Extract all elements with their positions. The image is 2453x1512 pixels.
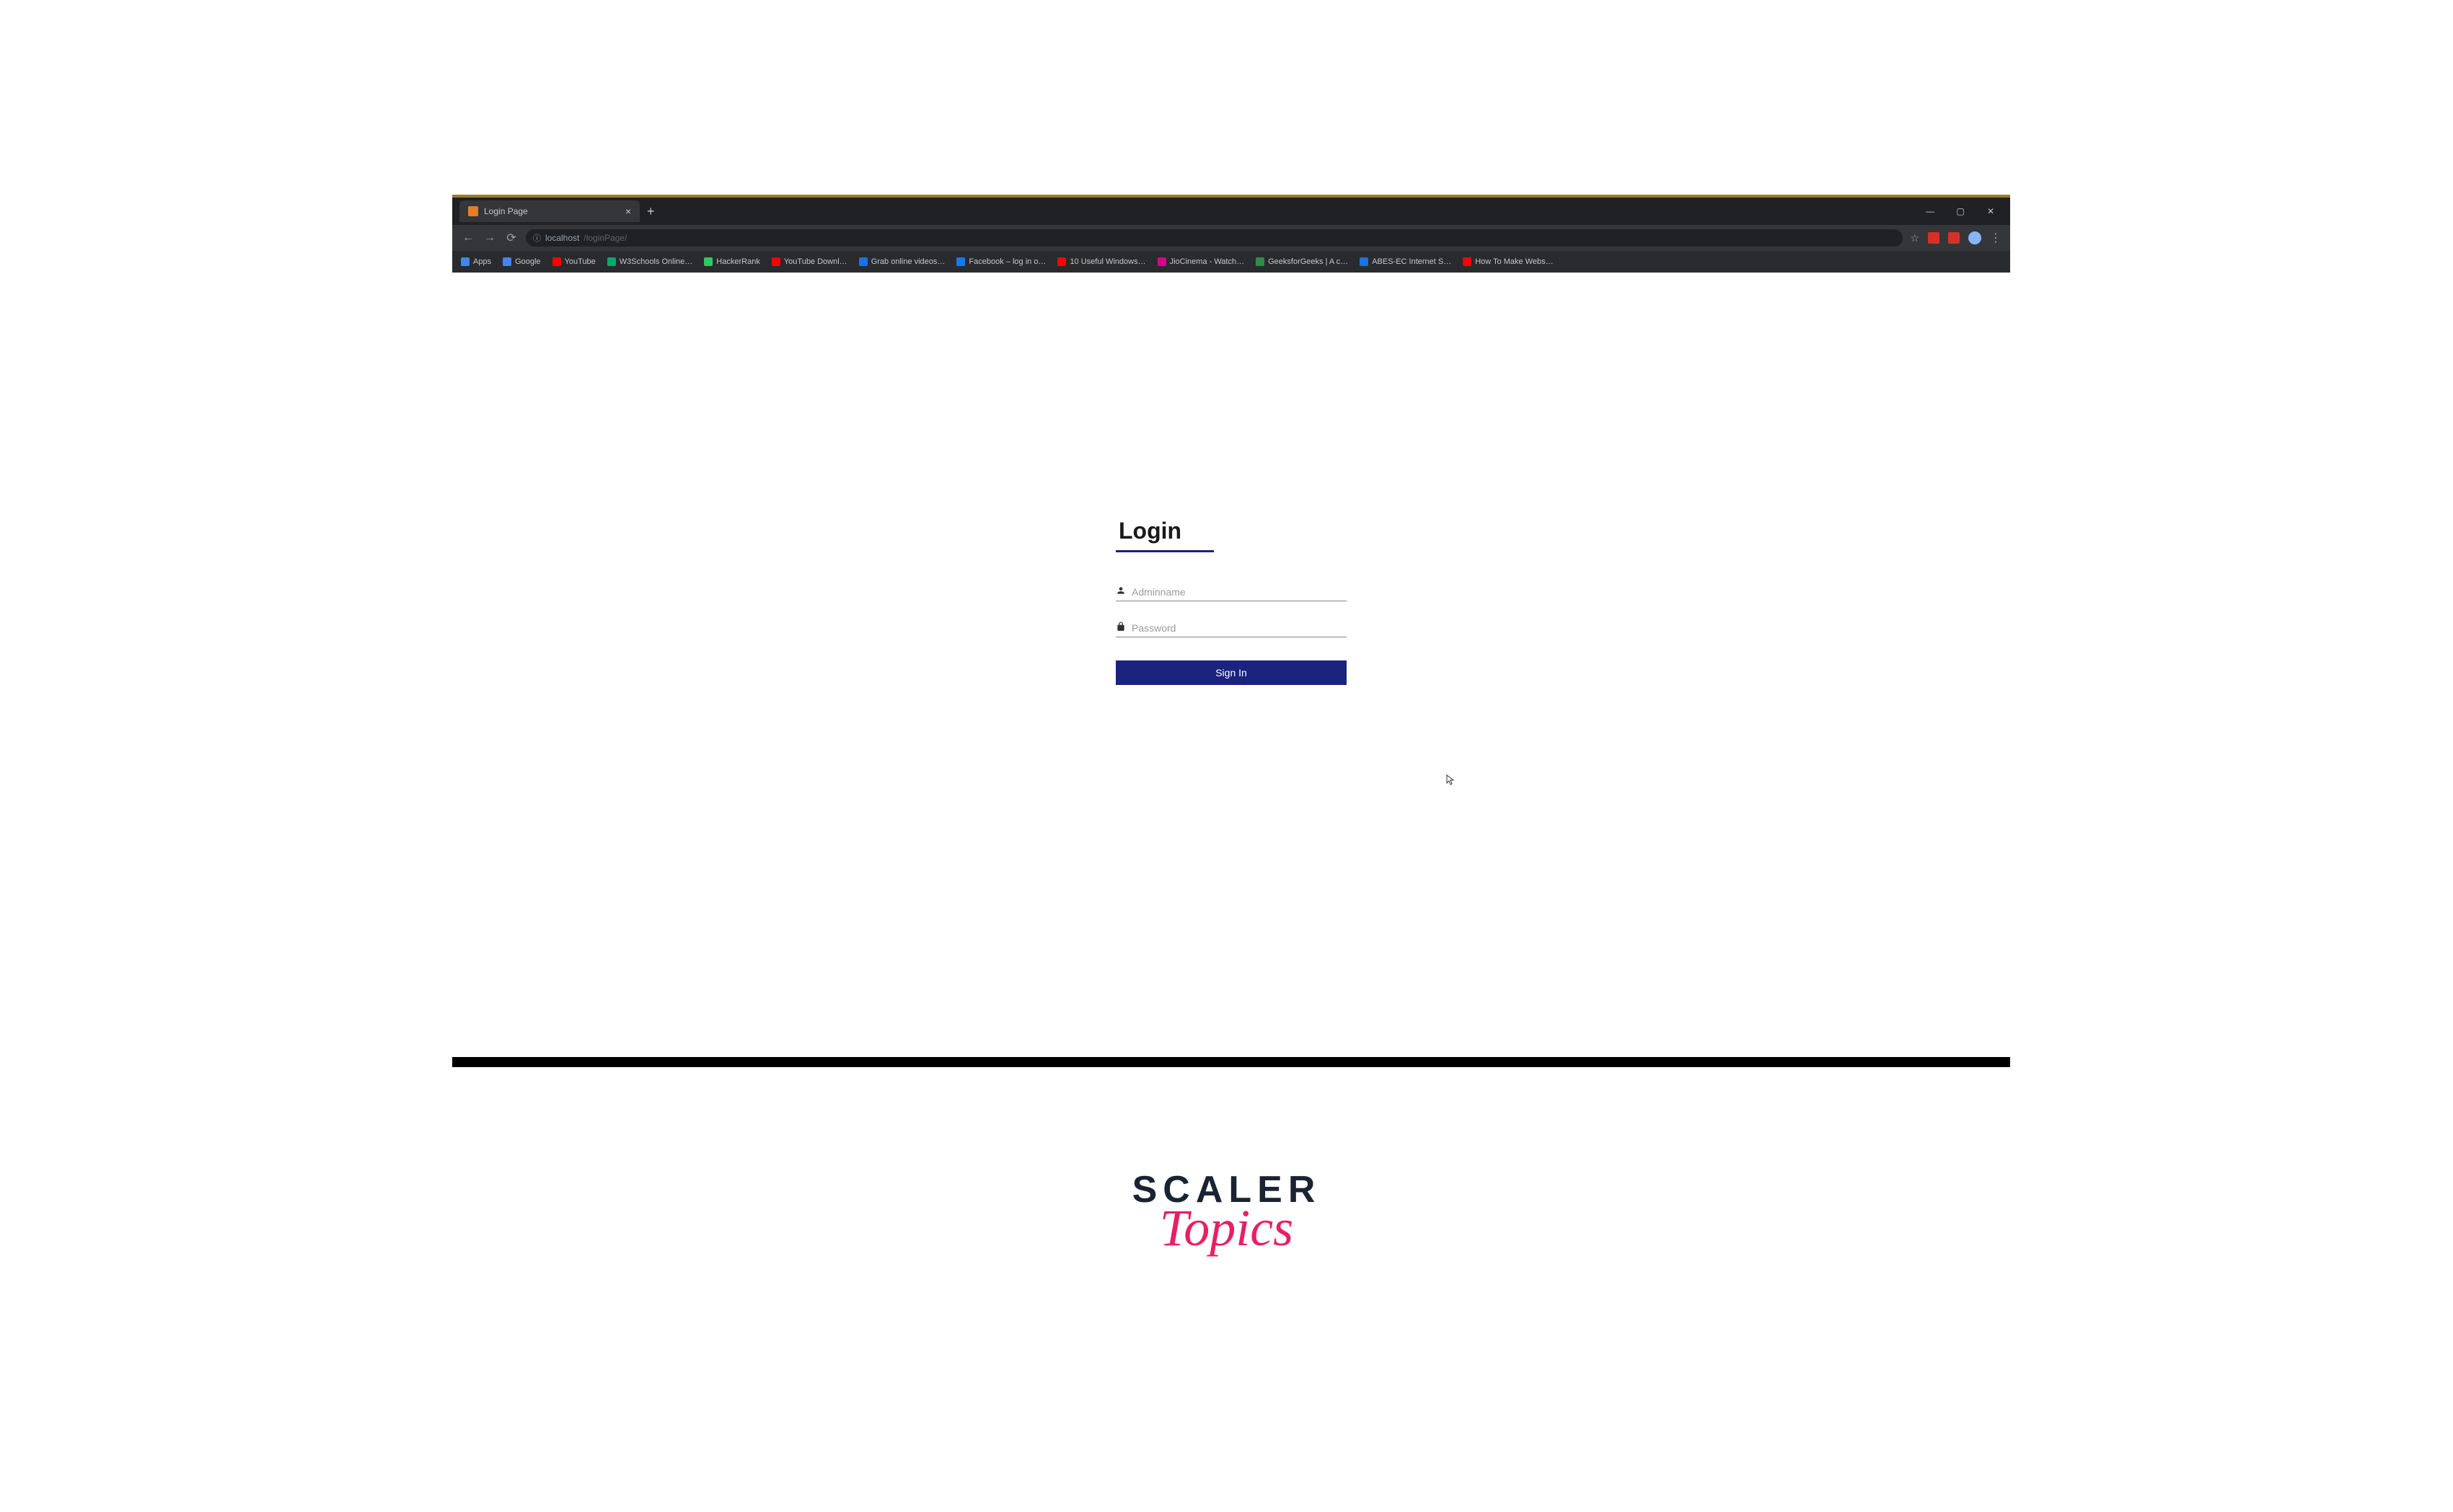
bookmark-favicon [704, 257, 713, 266]
bookmark-favicon [956, 257, 965, 266]
window-controls: — ▢ ✕ [1921, 206, 2010, 216]
forward-button[interactable]: → [483, 231, 497, 244]
username-input[interactable] [1132, 586, 1347, 598]
url-host: localhost [545, 233, 579, 243]
bookmark-favicon [1256, 257, 1264, 266]
new-tab-button[interactable]: + [647, 204, 655, 219]
browser-window: Login Page × + — ▢ ✕ ← → ⟳ ⓘ localhost/l… [452, 195, 2010, 1067]
bookmark-favicon [1057, 257, 1066, 266]
bookmark-item[interactable]: Apps [461, 257, 491, 266]
bookmark-label: JioCinema - Watch… [1170, 257, 1245, 266]
bottom-strip [452, 1057, 2010, 1067]
bookmark-item[interactable]: YouTube [552, 257, 596, 266]
bookmark-label: 10 Useful Windows… [1070, 257, 1145, 266]
menu-dots-icon[interactable]: ⋮ [1990, 231, 2001, 245]
bookmark-item[interactable]: YouTube Downl… [772, 257, 847, 266]
login-title: Login [1116, 518, 1347, 550]
watermark-topics: Topics [1132, 1198, 1321, 1258]
close-window-button[interactable]: ✕ [1982, 206, 1999, 216]
bookmark-favicon [461, 257, 470, 266]
tab-title: Login Page [484, 206, 620, 216]
reload-button[interactable]: ⟳ [504, 231, 519, 245]
bookmark-label: Apps [473, 257, 491, 266]
bookmark-item[interactable]: JioCinema - Watch… [1158, 257, 1245, 266]
watermark: SCALER Topics [1132, 1168, 1321, 1258]
extension-icon-2[interactable] [1948, 232, 1960, 244]
bookmark-label: Grab online videos… [871, 257, 946, 266]
password-input[interactable] [1132, 622, 1347, 634]
bookmark-label: YouTube [565, 257, 596, 266]
login-form: Login Sign In [1116, 518, 1347, 1057]
bookmark-favicon [859, 257, 868, 266]
address-bar-row: ← → ⟳ ⓘ localhost/loginPage/ ☆ ⋮ [452, 225, 2010, 251]
url-bar[interactable]: ⓘ localhost/loginPage/ [526, 229, 1903, 247]
bookmark-item[interactable]: Facebook – log in o… [956, 257, 1046, 266]
bookmark-label: HackerRank [716, 257, 760, 266]
site-info-icon[interactable]: ⓘ [533, 232, 541, 244]
toolbar-right-icons: ☆ ⋮ [1910, 231, 2001, 245]
bookmark-favicon [607, 257, 616, 266]
close-tab-icon[interactable]: × [625, 205, 631, 217]
bookmark-label: Google [515, 257, 540, 266]
password-row [1116, 619, 1347, 637]
user-icon [1116, 585, 1126, 598]
bookmarks-bar: Apps Google YouTube W3Schools Online… Hacker… [452, 251, 2010, 273]
bookmark-item[interactable]: ABES-EC Internet S… [1360, 257, 1451, 266]
tab-bar: Login Page × + — ▢ ✕ [452, 198, 2010, 225]
minimize-button[interactable]: — [1921, 206, 1939, 216]
bookmark-item[interactable]: Google [503, 257, 540, 266]
bookmark-favicon [503, 257, 511, 266]
signin-button[interactable]: Sign In [1116, 660, 1347, 685]
bookmark-item[interactable]: GeeksforGeeks | A c… [1256, 257, 1348, 266]
bookmark-item[interactable]: W3Schools Online… [607, 257, 693, 266]
bookmark-label: YouTube Downl… [784, 257, 847, 266]
extension-icon-1[interactable] [1928, 232, 1939, 244]
bookmark-favicon [772, 257, 780, 266]
bookmark-favicon [552, 257, 561, 266]
bookmark-star-icon[interactable]: ☆ [1910, 232, 1919, 244]
back-button[interactable]: ← [461, 231, 475, 244]
bookmark-label: W3Schools Online… [620, 257, 693, 266]
bookmark-label: How To Make Webs… [1475, 257, 1553, 266]
bookmark-label: Facebook – log in o… [969, 257, 1046, 266]
bookmark-item[interactable]: HackerRank [704, 257, 760, 266]
profile-avatar-icon[interactable] [1968, 231, 1981, 244]
bookmark-favicon [1360, 257, 1368, 266]
bookmark-label: GeeksforGeeks | A c… [1268, 257, 1348, 266]
title-underline [1116, 550, 1214, 552]
lock-icon [1116, 622, 1126, 634]
cursor-icon [1446, 774, 1455, 788]
browser-tab[interactable]: Login Page × [459, 200, 640, 222]
bookmark-item[interactable]: How To Make Webs… [1463, 257, 1553, 266]
bookmark-favicon [1463, 257, 1471, 266]
maximize-button[interactable]: ▢ [1952, 206, 1969, 216]
bookmark-item[interactable]: Grab online videos… [859, 257, 946, 266]
bookmark-label: ABES-EC Internet S… [1372, 257, 1451, 266]
page-content: Login Sign In [452, 273, 2010, 1057]
username-row [1116, 583, 1347, 601]
tab-favicon [468, 206, 478, 216]
url-path: /loginPage/ [583, 233, 627, 243]
bookmark-item[interactable]: 10 Useful Windows… [1057, 257, 1145, 266]
bookmark-favicon [1158, 257, 1166, 266]
